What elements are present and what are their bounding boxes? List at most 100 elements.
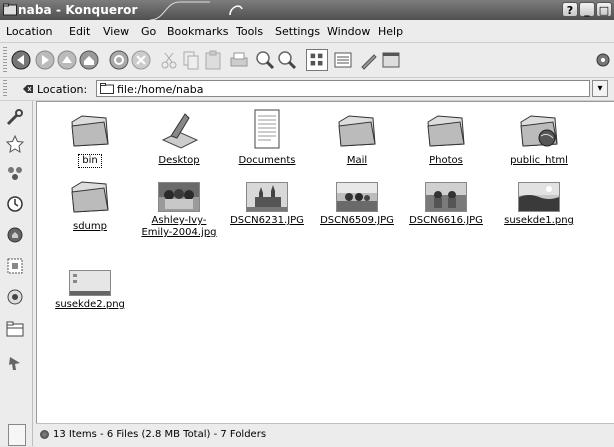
file-item-bin[interactable]: bin bbox=[44, 108, 136, 168]
location-input[interactable]: file:/home/naba bbox=[96, 80, 590, 97]
file-name: sdump bbox=[73, 221, 107, 232]
file-item-sdump[interactable]: sdump bbox=[44, 174, 136, 233]
file-item-desktop[interactable]: Desktop bbox=[133, 108, 225, 167]
file-name: susekde2.png bbox=[55, 299, 125, 310]
file-name: bin bbox=[78, 154, 102, 168]
media-icon[interactable] bbox=[5, 256, 25, 276]
konqueror-settings-icon[interactable] bbox=[592, 49, 614, 71]
file-item-mail[interactable]: Mail bbox=[311, 108, 403, 167]
file-item-susekde1-png[interactable]: susekde1.png bbox=[493, 182, 585, 227]
location-bar: Location: file:/home/naba ▾ bbox=[0, 78, 614, 101]
location-value: file:/home/naba bbox=[117, 83, 204, 96]
panel-icon[interactable] bbox=[380, 49, 402, 71]
menu-bookmarks[interactable]: Bookmarks bbox=[167, 25, 228, 38]
title-tab-curve bbox=[150, 1, 210, 20]
locbar-handle[interactable] bbox=[3, 80, 7, 98]
status-text: 13 Items - 6 Files (2.8 MB Total) - 7 Fo… bbox=[53, 429, 267, 440]
status-bar: 13 Items - 6 Files (2.8 MB Total) - 7 Fo… bbox=[36, 423, 614, 447]
file-item-photos[interactable]: Photos bbox=[400, 108, 492, 167]
konqueror-gear-icon bbox=[229, 5, 243, 16]
file-icon-view[interactable]: bin Desktop Documents Mail Photos public… bbox=[36, 101, 614, 424]
menu-go[interactable]: Go bbox=[141, 25, 156, 38]
desktop-icon bbox=[161, 113, 199, 149]
sidebar-extra-icon[interactable] bbox=[5, 353, 25, 373]
window-title: naba - Konqueror bbox=[18, 3, 138, 17]
file-name: Mail bbox=[346, 155, 368, 166]
file-item-dscn6231-jpg[interactable]: DSCN6231.JPG bbox=[221, 182, 313, 227]
file-name: Photos bbox=[429, 155, 463, 166]
status-indicator-icon bbox=[40, 430, 49, 439]
file-item-dscn6509-jpg[interactable]: DSCN6509.JPG bbox=[311, 182, 403, 227]
paste-icon[interactable] bbox=[202, 49, 224, 71]
document-icon bbox=[254, 109, 280, 149]
clear-location-icon[interactable] bbox=[22, 83, 34, 95]
copy-icon[interactable] bbox=[180, 49, 202, 71]
image-thumbnail bbox=[425, 182, 467, 212]
file-name: DSCN6616.JPG bbox=[409, 215, 483, 226]
reload-icon[interactable] bbox=[108, 49, 130, 71]
web-folder-icon bbox=[520, 115, 558, 147]
forward-icon[interactable] bbox=[34, 49, 56, 71]
file-item-ashley-ivy-emily-2004-jpg[interactable]: Ashley-Ivy- Emily-2004.jpg bbox=[133, 182, 225, 239]
help-button[interactable]: ? bbox=[562, 2, 578, 17]
image-thumbnail bbox=[158, 182, 200, 212]
konqueror-window: naba - Konqueror ? _ □ Location Edit Vie… bbox=[0, 0, 614, 447]
image-thumbnail bbox=[69, 270, 111, 296]
menu-tools[interactable]: Tools bbox=[236, 25, 263, 38]
config-icon[interactable] bbox=[5, 107, 25, 127]
print-icon[interactable] bbox=[228, 49, 250, 71]
menu-location[interactable]: Location bbox=[6, 25, 53, 38]
maximize-button[interactable]: □ bbox=[596, 2, 612, 17]
folder-icon bbox=[71, 115, 109, 147]
image-thumbnail bbox=[246, 182, 288, 212]
title-bar[interactable]: naba - Konqueror ? _ □ bbox=[0, 0, 614, 20]
file-name: Documents bbox=[238, 155, 296, 166]
bookmarks-star-icon[interactable] bbox=[5, 134, 25, 154]
location-label: Location: bbox=[37, 83, 88, 96]
file-item-documents[interactable]: Documents bbox=[221, 108, 313, 167]
toolbar-handle[interactable] bbox=[3, 47, 7, 73]
file-item-public-html[interactable]: public_html bbox=[493, 108, 585, 167]
navigation-sidebar bbox=[0, 101, 33, 446]
file-item-dscn6616-jpg[interactable]: DSCN6616.JPG bbox=[400, 182, 492, 227]
stop-icon[interactable] bbox=[130, 49, 152, 71]
menu-settings[interactable]: Settings bbox=[275, 25, 320, 38]
folder-icon bbox=[427, 115, 465, 147]
file-name: Desktop bbox=[158, 155, 200, 166]
zoom-in-icon[interactable] bbox=[254, 49, 276, 71]
detail-view-icon[interactable] bbox=[332, 49, 354, 71]
menu-view[interactable]: View bbox=[103, 25, 129, 38]
menu-help[interactable]: Help bbox=[378, 25, 403, 38]
sidebar-bottom-box bbox=[8, 424, 26, 446]
file-name: DSCN6509.JPG bbox=[320, 215, 394, 226]
minimize-button[interactable]: _ bbox=[579, 2, 595, 17]
history-icon[interactable] bbox=[5, 194, 25, 214]
cut-icon[interactable] bbox=[158, 49, 180, 71]
home-icon[interactable] bbox=[78, 49, 100, 71]
folder-icon bbox=[338, 115, 376, 147]
home-folder-icon[interactable] bbox=[5, 225, 25, 245]
folder-icon bbox=[71, 181, 109, 213]
folder-icon bbox=[100, 83, 114, 94]
main-toolbar bbox=[0, 43, 614, 78]
back-icon[interactable] bbox=[10, 49, 32, 71]
folder-app-icon bbox=[3, 3, 17, 16]
root-folder-icon[interactable] bbox=[5, 319, 25, 339]
zoom-out-icon[interactable] bbox=[276, 49, 298, 71]
file-item-susekde2-png[interactable]: susekde2.png bbox=[44, 270, 136, 311]
icon-view-icon[interactable] bbox=[306, 49, 328, 71]
file-name: public_html bbox=[510, 155, 568, 166]
menu-edit[interactable]: Edit bbox=[69, 25, 90, 38]
file-name: Ashley-Ivy- Emily-2004.jpg bbox=[141, 215, 217, 238]
menu-window[interactable]: Window bbox=[327, 25, 370, 38]
image-thumbnail bbox=[518, 182, 560, 212]
file-name: DSCN6231.JPG bbox=[230, 215, 304, 226]
location-dropdown-button[interactable]: ▾ bbox=[592, 80, 608, 97]
menu-bar: Location Edit View Go Bookmarks Tools Se… bbox=[0, 20, 614, 43]
edit-icon[interactable] bbox=[358, 49, 380, 71]
services-icon[interactable] bbox=[5, 287, 25, 307]
up-icon[interactable] bbox=[56, 49, 78, 71]
network-icon[interactable] bbox=[5, 163, 25, 183]
file-name: susekde1.png bbox=[504, 215, 574, 226]
image-thumbnail bbox=[336, 182, 378, 212]
